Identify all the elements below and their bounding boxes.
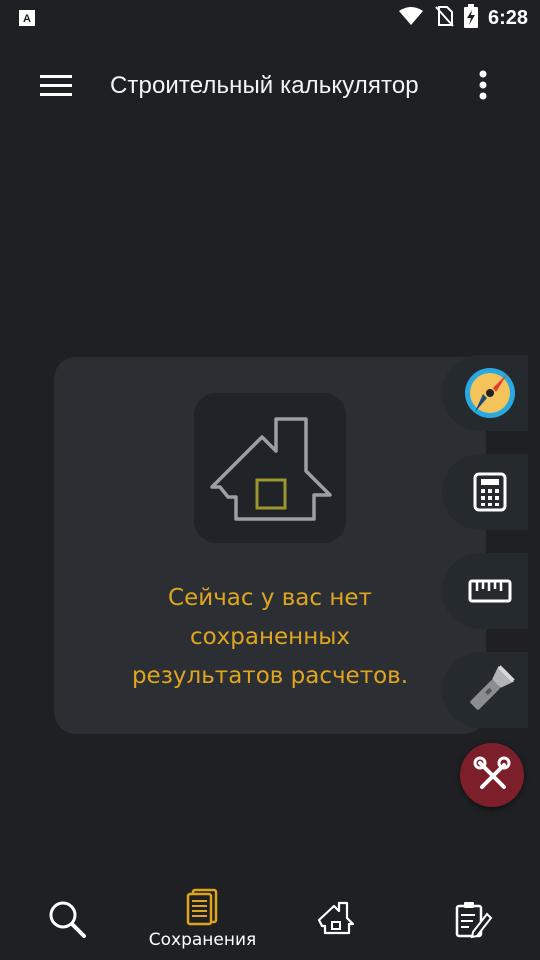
app-bar: Строительный калькулятор [0, 48, 540, 124]
nav-label: Сохранения [148, 930, 257, 950]
nav-item-search[interactable] [0, 880, 135, 960]
status-bar: A 6:28 [0, 0, 540, 36]
tools-fab-button[interactable] [460, 743, 524, 807]
ruler-icon [468, 579, 512, 603]
calculator-button[interactable] [442, 454, 528, 530]
more-vertical-icon[interactable] [470, 68, 496, 104]
font-a-icon: A [18, 9, 36, 32]
page-title: Строительный калькулятор [110, 72, 419, 99]
empty-state-card: Сейчас у вас нет сохраненных результатов… [54, 357, 486, 734]
tools-icon [473, 756, 511, 789]
empty-state-line: результатов расчетов. [131, 663, 409, 689]
flashlight-icon [470, 665, 515, 710]
nav-item-saved[interactable]: Сохранения [135, 880, 270, 960]
empty-state-message: Сейчас у вас нет сохраненных результатов… [54, 579, 486, 696]
empty-state-line: сохраненных [189, 624, 351, 650]
calculator-icon [473, 472, 507, 512]
no-sim-icon [434, 5, 454, 32]
nav-item-notes[interactable] [405, 880, 540, 960]
hamburger-menu-icon[interactable] [36, 70, 78, 102]
house-icon [317, 901, 355, 935]
compass-button[interactable] [442, 355, 528, 431]
battery-charging-icon [463, 3, 478, 33]
flashlight-button[interactable] [442, 652, 528, 728]
nav-item-home[interactable] [270, 880, 405, 960]
saved-docs-icon [186, 888, 218, 926]
ruler-button[interactable] [442, 553, 528, 629]
compass-icon [465, 368, 515, 418]
status-time: 6:28 [487, 6, 528, 29]
house-icon [194, 393, 346, 543]
svg-text:A: A [23, 13, 31, 25]
tools-rail [442, 355, 540, 735]
bottom-nav: Сохранения [0, 880, 540, 960]
search-icon [49, 901, 86, 938]
empty-state-line: Сейчас у вас нет [168, 585, 372, 611]
notes-edit-icon [455, 902, 493, 939]
wifi-icon [398, 6, 424, 31]
